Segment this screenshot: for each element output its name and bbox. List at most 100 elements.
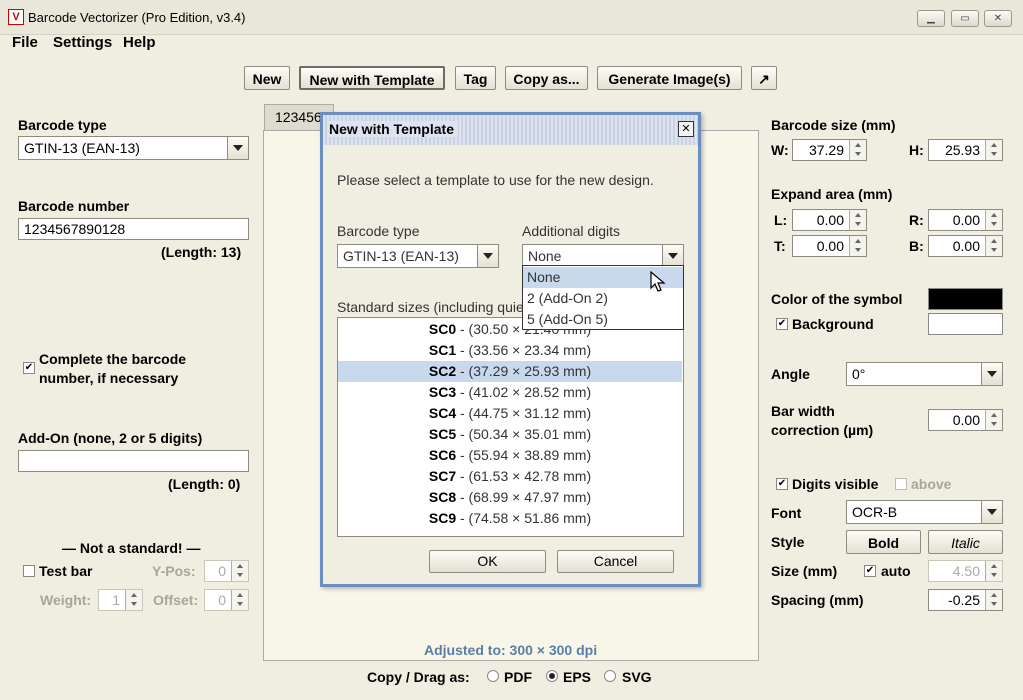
ypos-value: 0 [218, 563, 226, 579]
size-list-item[interactable]: SC2 - (37.29 × 25.93 mm) [338, 361, 682, 382]
angle-select[interactable]: 0° [846, 362, 1003, 386]
weight-spinner[interactable]: 1 [98, 589, 143, 611]
barcode-type-select[interactable]: GTIN-13 (EAN-13) [18, 136, 249, 160]
addon-label: Add-On (none, 2 or 5 digits) [18, 430, 203, 446]
window-title: Barcode Vectorizer (Pro Edition, v3.4) [28, 10, 246, 25]
maximize-icon[interactable]: ▭ [951, 10, 979, 27]
standard-sizes-list[interactable]: SC0 - (30.50 × 21.40 mm)SC1 - (33.56 × 2… [337, 317, 684, 537]
size-list-item[interactable]: SC6 - (55.94 × 38.89 mm) [338, 445, 682, 466]
size-list-item[interactable]: SC3 - (41.02 × 28.52 mm) [338, 382, 682, 403]
menu-settings[interactable]: Settings [53, 34, 112, 52]
pdf-radio[interactable] [487, 670, 499, 682]
menu-help[interactable]: Help [123, 34, 156, 52]
size-list-item[interactable]: SC9 - (74.58 × 51.86 mm) [338, 508, 682, 529]
angle-value: 0° [852, 366, 866, 382]
size-dimensions: - (44.75 × 31.12 mm) [456, 405, 592, 421]
chevron-down-icon[interactable] [227, 137, 248, 159]
expand-top-label: T: [774, 238, 786, 254]
size-dimensions: - (33.56 × 23.34 mm) [456, 342, 592, 358]
eps-radio[interactable] [546, 670, 558, 682]
svg-radio[interactable] [604, 670, 616, 682]
dropdown-option-addon5[interactable]: 5 (Add-On 5) [523, 309, 683, 330]
digits-visible-checkbox[interactable]: ✔ [776, 478, 788, 490]
symbol-color-label: Color of the symbol [771, 291, 903, 307]
expand-right-label: R: [909, 212, 924, 228]
spacing-label: Spacing (mm) [771, 592, 864, 608]
menu-file[interactable]: File [12, 34, 38, 52]
auto-size-checkbox[interactable]: ✔ [864, 565, 876, 577]
background-color-swatch[interactable] [928, 313, 1003, 335]
complete-barcode-checkbox[interactable]: ✔ [23, 362, 35, 374]
expand-top-spinner[interactable]: 0.00 [792, 235, 867, 257]
size-dimensions: - (55.94 × 38.89 mm) [456, 447, 592, 463]
minimize-icon[interactable]: ▁ [917, 10, 945, 27]
additional-digits-label: Additional digits [522, 223, 621, 239]
additional-digits-value: None [528, 248, 562, 264]
chevron-down-icon[interactable] [477, 245, 498, 267]
expand-right-spinner[interactable]: 0.00 [928, 209, 1003, 231]
test-bar-label: Test bar [39, 563, 93, 579]
dialog-barcode-type-label: Barcode type [337, 223, 420, 239]
height-spinner[interactable]: 25.93 [928, 139, 1003, 161]
new-with-template-dialog: New with Template ✕ Please select a temp… [320, 112, 701, 587]
spacing-spinner[interactable]: -0.25 [928, 589, 1003, 611]
barcode-number-input[interactable]: 1234567890128 [18, 218, 249, 240]
size-list-item[interactable]: SC1 - (33.56 × 23.34 mm) [338, 340, 682, 361]
spacing-value: -0.25 [948, 592, 980, 608]
new-with-template-button[interactable]: New with Template [299, 66, 445, 90]
font-size-spinner[interactable]: 4.50 [928, 560, 1003, 582]
pdf-label: PDF [504, 669, 532, 685]
expand-area-label: Expand area (mm) [771, 186, 893, 202]
addon-length-text: (Length: 0) [168, 476, 241, 492]
size-list-item[interactable]: SC7 - (61.53 × 42.78 mm) [338, 466, 682, 487]
ypos-spinner[interactable]: 0 [204, 560, 249, 582]
new-button[interactable]: New [244, 66, 290, 90]
width-spinner[interactable]: 37.29 [792, 139, 867, 161]
background-checkbox[interactable]: ✔ [776, 318, 788, 330]
generate-images-button[interactable]: Generate Image(s) [597, 66, 742, 90]
ok-button[interactable]: OK [429, 550, 546, 573]
copy-as-button[interactable]: Copy as... [505, 66, 588, 90]
close-icon[interactable]: ✕ [984, 10, 1012, 27]
size-code: SC8 [428, 489, 457, 505]
above-label: above [911, 476, 952, 492]
bold-toggle-button[interactable]: Bold [846, 530, 921, 554]
dialog-close-icon[interactable]: ✕ [678, 121, 694, 137]
bar-width-spinner[interactable]: 0.00 [928, 409, 1003, 431]
size-code: SC6 [428, 447, 457, 463]
expand-left-spinner[interactable]: 0.00 [792, 209, 867, 231]
expand-top-value: 0.00 [816, 238, 844, 254]
chevron-down-icon[interactable] [981, 363, 1002, 385]
open-external-icon[interactable]: ↗ [751, 66, 777, 90]
size-dimensions: - (50.34 × 35.01 mm) [456, 426, 592, 442]
offset-spinner[interactable]: 0 [204, 589, 249, 611]
offset-label: Offset: [153, 592, 199, 608]
italic-toggle-button[interactable]: Italic [928, 530, 1003, 554]
complete-barcode-label-line2: number, if necessary [39, 370, 179, 386]
dialog-prompt: Please select a template to use for the … [337, 172, 654, 188]
standard-sizes-label: Standard sizes (including quie [337, 299, 524, 315]
dialog-barcode-type-select[interactable]: GTIN-13 (EAN-13) [337, 244, 499, 268]
addon-input[interactable] [18, 450, 249, 472]
size-code: SC7 [428, 468, 457, 484]
size-list-item[interactable]: SC8 - (68.99 × 47.97 mm) [338, 487, 682, 508]
font-select[interactable]: OCR-B [846, 500, 1003, 524]
test-bar-checkbox[interactable] [23, 565, 35, 577]
tag-button[interactable]: Tag [455, 66, 496, 90]
chevron-down-icon[interactable] [662, 245, 683, 267]
cancel-button[interactable]: Cancel [557, 550, 674, 573]
size-list-item[interactable]: SC5 - (50.34 × 35.01 mm) [338, 424, 682, 445]
size-list-item[interactable]: SC4 - (44.75 × 31.12 mm) [338, 403, 682, 424]
barcode-number-label: Barcode number [18, 198, 130, 214]
size-code: SC5 [428, 426, 457, 442]
size-dimensions: - (74.58 × 51.86 mm) [456, 510, 592, 526]
expand-bottom-value: 0.00 [952, 238, 980, 254]
chevron-down-icon[interactable] [981, 501, 1002, 523]
font-value: OCR-B [852, 504, 898, 520]
size-code: SC3 [428, 384, 457, 400]
svg-label: SVG [622, 669, 652, 685]
symbol-color-swatch[interactable] [928, 288, 1003, 310]
width-value: 37.29 [808, 142, 844, 158]
expand-bottom-spinner[interactable]: 0.00 [928, 235, 1003, 257]
above-checkbox[interactable] [895, 478, 907, 490]
